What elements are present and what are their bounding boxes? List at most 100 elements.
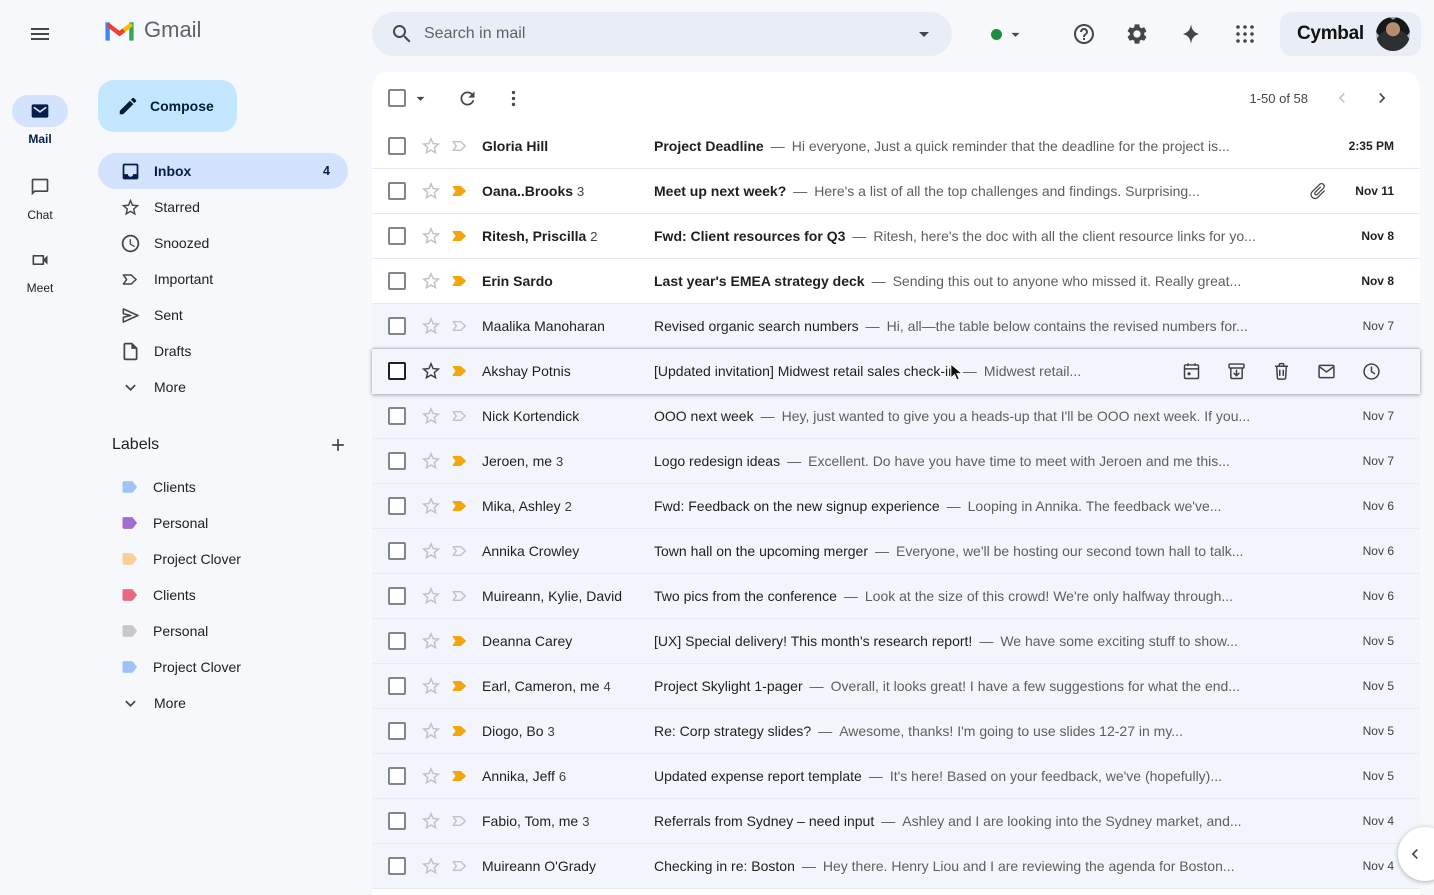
gmail-logo[interactable]: Gmail	[104, 17, 201, 43]
star-icon[interactable]	[420, 315, 442, 337]
email-row[interactable]: Nick KortendickOOO next week—Hey, just w…	[372, 394, 1420, 439]
label-item-personal[interactable]: Personal	[98, 613, 348, 649]
star-icon[interactable]	[420, 765, 442, 787]
sidebar-item-snoozed[interactable]: Snoozed	[98, 225, 348, 261]
row-checkbox[interactable]	[388, 497, 406, 515]
more-options-button[interactable]	[493, 78, 533, 118]
archive-button[interactable]	[1214, 351, 1259, 391]
row-checkbox[interactable]	[388, 632, 406, 650]
label-item-project-clover[interactable]: Project Clover	[98, 541, 348, 577]
star-icon[interactable]	[420, 225, 442, 247]
importance-marker-icon[interactable]	[450, 316, 470, 336]
account-switcher[interactable]: Cymbal	[1280, 12, 1421, 56]
email-row[interactable]: Mika, Ashley2Fwd: Feedback on the new si…	[372, 484, 1420, 529]
newer-page-button[interactable]	[1322, 78, 1362, 118]
importance-marker-icon[interactable]	[450, 181, 470, 201]
compose-button[interactable]: Compose	[98, 80, 237, 132]
email-row[interactable]: Ritesh, Priscilla2Fwd: Client resources …	[372, 214, 1420, 259]
google-apps-button[interactable]	[1221, 10, 1269, 58]
email-row[interactable]: Muireann, Kylie, DavidTwo pics from the …	[372, 574, 1420, 619]
email-row[interactable]: Annika, Jeff6Updated expense report temp…	[372, 754, 1420, 799]
rail-item-mail[interactable]: Mail	[0, 95, 80, 146]
delete-button[interactable]	[1259, 351, 1304, 391]
snooze-button[interactable]	[1349, 351, 1394, 391]
sidebar-item-inbox[interactable]: Inbox4	[98, 153, 348, 189]
row-checkbox[interactable]	[388, 812, 406, 830]
email-row[interactable]: Diogo, Bo3Re: Corp strategy slides?—Awes…	[372, 709, 1420, 754]
email-row[interactable]: Oana..Brooks3Meet up next week?—Here's a…	[372, 169, 1420, 214]
row-checkbox[interactable]	[388, 272, 406, 290]
label-item-clients[interactable]: Clients	[98, 469, 348, 505]
search-bar[interactable]	[372, 12, 952, 56]
gemini-button[interactable]	[1167, 10, 1215, 58]
email-row[interactable]: Gloria HillProject Deadline—Hi everyone,…	[372, 124, 1420, 169]
star-icon[interactable]	[420, 405, 442, 427]
row-checkbox[interactable]	[388, 137, 406, 155]
importance-marker-icon[interactable]	[450, 856, 470, 876]
row-checkbox[interactable]	[388, 677, 406, 695]
importance-marker-icon[interactable]	[450, 451, 470, 471]
star-icon[interactable]	[420, 585, 442, 607]
main-menu-button[interactable]	[16, 10, 64, 58]
label-item-clients[interactable]: Clients	[98, 577, 348, 613]
star-icon[interactable]	[420, 450, 442, 472]
importance-marker-icon[interactable]	[450, 721, 470, 741]
importance-marker-icon[interactable]	[450, 631, 470, 651]
sidebar-item-drafts[interactable]: Drafts	[98, 333, 348, 369]
row-checkbox[interactable]	[388, 407, 406, 425]
search-input[interactable]	[424, 25, 902, 43]
email-row[interactable]: Jeroen, me3Logo redesign ideas—Excellent…	[372, 439, 1420, 484]
select-options-button[interactable]	[407, 78, 433, 118]
importance-marker-icon[interactable]	[450, 226, 470, 246]
label-item-project-clover[interactable]: Project Clover	[98, 649, 348, 685]
importance-marker-icon[interactable]	[450, 586, 470, 606]
row-checkbox[interactable]	[388, 452, 406, 470]
label-item-personal[interactable]: Personal	[98, 505, 348, 541]
search-options-button[interactable]	[902, 14, 946, 54]
sidebar-item-starred[interactable]: Starred	[98, 189, 348, 225]
star-icon[interactable]	[420, 270, 442, 292]
importance-marker-icon[interactable]	[450, 406, 470, 426]
row-checkbox[interactable]	[388, 722, 406, 740]
importance-marker-icon[interactable]	[450, 136, 470, 156]
star-icon[interactable]	[420, 540, 442, 562]
row-checkbox[interactable]	[388, 587, 406, 605]
importance-marker-icon[interactable]	[450, 811, 470, 831]
star-icon[interactable]	[420, 180, 442, 202]
importance-marker-icon[interactable]	[450, 541, 470, 561]
email-row[interactable]: Akshay Potnis[Updated invitation] Midwes…	[372, 349, 1420, 394]
importance-marker-icon[interactable]	[450, 271, 470, 291]
calendar-button[interactable]	[1169, 351, 1214, 391]
rail-item-meet[interactable]: Meet	[0, 244, 80, 295]
refresh-button[interactable]	[447, 78, 487, 118]
row-checkbox[interactable]	[388, 767, 406, 785]
search-button[interactable]	[380, 14, 424, 54]
row-checkbox[interactable]	[388, 362, 406, 380]
sidebar-item-sent[interactable]: Sent	[98, 297, 348, 333]
importance-marker-icon[interactable]	[450, 361, 470, 381]
support-button[interactable]	[1060, 10, 1108, 58]
rail-item-chat[interactable]: Chat	[0, 171, 80, 222]
importance-marker-icon[interactable]	[450, 496, 470, 516]
row-checkbox[interactable]	[388, 857, 406, 875]
importance-marker-icon[interactable]	[450, 676, 470, 696]
email-row[interactable]: Maalika ManoharanRevised organic search …	[372, 304, 1420, 349]
older-page-button[interactable]	[1362, 78, 1402, 118]
row-checkbox[interactable]	[388, 542, 406, 560]
email-row[interactable]: Fabio, Tom, me3Referrals from Sydney – n…	[372, 799, 1420, 844]
avatar[interactable]	[1376, 17, 1410, 51]
email-row[interactable]: Muireann O'GradyChecking in re: Boston—H…	[372, 844, 1420, 889]
star-icon[interactable]	[420, 135, 442, 157]
sidebar-item-more[interactable]: More	[98, 369, 348, 405]
select-all-checkbox[interactable]	[388, 89, 406, 107]
label-item-more[interactable]: More	[98, 685, 348, 721]
email-row[interactable]: Annika CrowleyTown hall on the upcoming …	[372, 529, 1420, 574]
row-checkbox[interactable]	[388, 317, 406, 335]
star-icon[interactable]	[420, 630, 442, 652]
email-row[interactable]: Erin SardoLast year's EMEA strategy deck…	[372, 259, 1420, 304]
mark-as-read-button[interactable]	[1304, 351, 1349, 391]
star-icon[interactable]	[420, 720, 442, 742]
row-checkbox[interactable]	[388, 182, 406, 200]
add-label-button[interactable]	[322, 429, 354, 461]
email-row[interactable]: Deanna Carey[UX] Special delivery! This …	[372, 619, 1420, 664]
